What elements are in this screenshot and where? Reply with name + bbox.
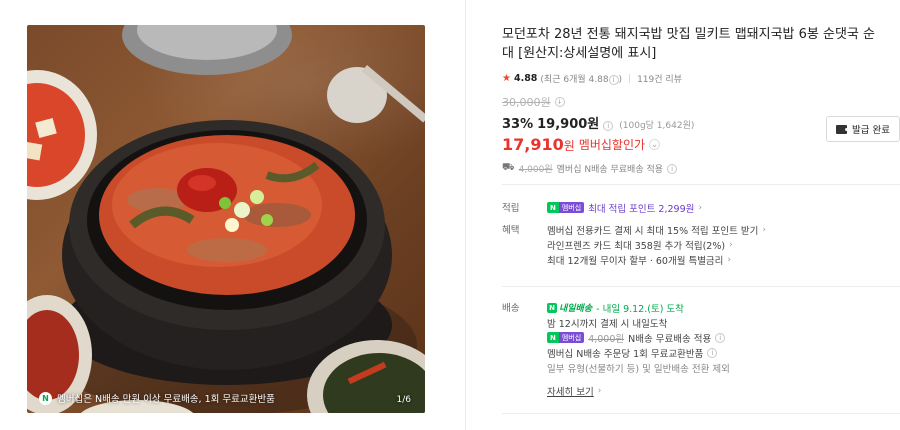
tomorrow-delivery-badge: N 내일배송	[547, 301, 592, 314]
benefits-values: 멤버십 전용카드 결제 시 최대 15% 적립 포인트 받기 › 라인프렌즈 카…	[547, 222, 897, 267]
benefit-item[interactable]: 라인프렌즈 카드 최대 358원 추가 적립(2%) ›	[547, 237, 897, 252]
benefit-text: 최대 12개월 무이자 할부 · 60개월 특별금리	[547, 255, 724, 267]
naver-n-icon: N	[547, 202, 559, 213]
member-price-label: 멤버십할인가	[578, 138, 646, 152]
original-price: 30,000원 i	[502, 94, 900, 110]
details-line: 자세히 보기 ›	[547, 383, 897, 398]
divider	[502, 286, 900, 287]
benefit-item[interactable]: 멤버십 전용카드 결제 시 최대 15% 적립 포인트 받기 ›	[547, 222, 897, 237]
rating-score: 4.88	[513, 73, 538, 84]
return-info-icon[interactable]: i	[707, 347, 718, 358]
chevron-right-icon: ›	[698, 202, 702, 213]
chevron-right-icon: ›	[727, 254, 732, 265]
recent-rating-text: (최근 6개월 4.88	[540, 75, 609, 85]
food-illustration	[27, 25, 425, 413]
chevron-right-icon: ›	[597, 385, 602, 396]
rating-row[interactable]: ★ 4.88 (최근 6개월 4.88 i) 119건 리뷰	[502, 72, 900, 85]
discount-percent: 33%	[502, 117, 534, 132]
product-info: 모던포차 28년 전통 돼지국밥 맛집 밀키트 맵돼지국밥 6봉 순댓국 순대 …	[502, 25, 900, 175]
member-price-unit: 원	[563, 139, 575, 153]
delivery-key: 배송	[502, 303, 520, 314]
coupon-issued-button[interactable]: 발급 완료	[826, 116, 900, 142]
tomorrow-delivery-label: 내일배송	[559, 304, 593, 314]
recent-rating: (최근 6개월 4.88 i)	[540, 72, 622, 85]
arrival-date: - 내일 9.12.(토) 도착	[596, 303, 684, 315]
review-count[interactable]: 119건 리뷰	[637, 72, 682, 85]
shipping-fee-strike: 4,000원	[518, 165, 553, 175]
member-price: 17,910원	[502, 135, 575, 154]
product-title: 모던포차 28년 전통 돼지국밥 맛집 밀키트 맵돼지국밥 6봉 순댓국 순대 …	[502, 27, 875, 61]
chevron-right-icon: ›	[729, 239, 733, 250]
shipping-summary-text: 멤버십 N배송 무료배송 적용	[556, 165, 664, 175]
delivery-section: 배송 N 내일배송 - 내일 9.12.(토) 도착 밤 12시까지 결제 시 …	[502, 300, 900, 400]
chevron-right-icon: ›	[762, 224, 766, 235]
membership-badge: N 멤버십	[547, 202, 585, 213]
details-link[interactable]: 자세히 보기	[547, 384, 594, 398]
divider	[502, 184, 900, 185]
arrival-line: N 내일배송 - 내일 9.12.(토) 도착	[547, 300, 897, 315]
benefit-text: 멤버십 전용카드 결제 시 최대 15% 적립 포인트 받기	[547, 225, 759, 237]
membership-badge-label: 멤버십	[558, 332, 585, 343]
exclude-line: 일부 유형(선물하기 등) 및 일반배송 전환 제외	[547, 360, 897, 375]
divider	[502, 413, 900, 414]
sale-info-icon[interactable]: i	[603, 121, 614, 131]
photo-caption: N 멤버십은 N배송 만원 이상 무료배송, 1회 무료교환반품	[39, 391, 275, 405]
cutoff-line: 밤 12시까지 결제 시 내일도착	[547, 315, 897, 330]
unit-price: (100g당 1,642원)	[619, 121, 695, 131]
star-icon: ★	[502, 73, 511, 84]
recent-rating-close: )	[618, 75, 623, 85]
naver-membership-icon: N	[39, 391, 52, 405]
membership-badge: N 멤버십	[547, 332, 585, 343]
benefits-key: 혜택	[502, 225, 520, 236]
separator	[629, 74, 631, 83]
return-text: 멤버십 N배송 주문당 1회 무료교환반품	[547, 348, 704, 360]
coupon-icon	[836, 124, 849, 134]
max-points-text: 최대 적립 포인트 2,299원	[588, 203, 695, 215]
delivery-info-icon[interactable]: i	[715, 332, 726, 343]
shipping-summary: ⛟ 4,000원 멤버십 N배송 무료배송 적용 i	[502, 162, 900, 175]
image-counter: 1/6	[396, 395, 411, 405]
cutoff-text: 밤 12시까지 결제 시 내일도착	[547, 318, 668, 330]
fee-line: N 멤버십 4,000원 N배송 무료배송 적용 i	[547, 330, 897, 345]
naver-n-icon: N	[547, 332, 559, 343]
points-key: 적립	[502, 203, 520, 214]
naver-n-icon: N	[547, 302, 557, 313]
delivery-fee-strike: 4,000원	[588, 333, 625, 345]
sale-price: 19,900원	[537, 117, 600, 132]
points-line[interactable]: N 멤버십 최대 적립 포인트 2,299원 ›	[547, 200, 897, 215]
return-line: 멤버십 N배송 주문당 1회 무료교환반품 i	[547, 345, 897, 360]
chevron-down-icon[interactable]: ⌄	[649, 139, 661, 150]
truck-icon: ⛟	[502, 162, 515, 173]
member-price-value: 17,910	[502, 135, 564, 154]
membership-badge-label: 멤버십	[558, 202, 585, 213]
benefits-section: 혜택 멤버십 전용카드 결제 시 최대 15% 적립 포인트 받기 › 라인프렌…	[502, 222, 900, 272]
delivery-values: N 내일배송 - 내일 9.12.(토) 도착 밤 12시까지 결제 시 내일도…	[547, 300, 897, 398]
coupon-button-label: 발급 완료	[852, 125, 890, 136]
panel-divider	[465, 0, 466, 430]
product-image[interactable]: N 멤버십은 N배송 만원 이상 무료배송, 1회 무료교환반품 1/6	[27, 25, 425, 413]
info-icon[interactable]: i	[608, 75, 619, 85]
benefit-item[interactable]: 최대 12개월 무이자 할부 · 60개월 특별금리 ›	[547, 252, 897, 267]
original-price-value: 30,000원	[502, 96, 551, 109]
benefit-text: 라인프렌즈 카드 최대 358원 추가 적립(2%)	[547, 240, 726, 252]
shipping-info-icon[interactable]: i	[667, 163, 678, 174]
points-section: 적립 N 멤버십 최대 적립 포인트 2,299원 ›	[502, 200, 900, 216]
points-values: N 멤버십 최대 적립 포인트 2,299원 ›	[547, 200, 897, 215]
photo-caption-text: 멤버십은 N배송 만원 이상 무료배송, 1회 무료교환반품	[57, 394, 275, 405]
exclude-text: 일부 유형(선물하기 등) 및 일반배송 전환 제외	[547, 363, 730, 375]
price-info-icon[interactable]: i	[554, 97, 565, 107]
delivery-fee-text: N배송 무료배송 적용	[628, 333, 712, 345]
